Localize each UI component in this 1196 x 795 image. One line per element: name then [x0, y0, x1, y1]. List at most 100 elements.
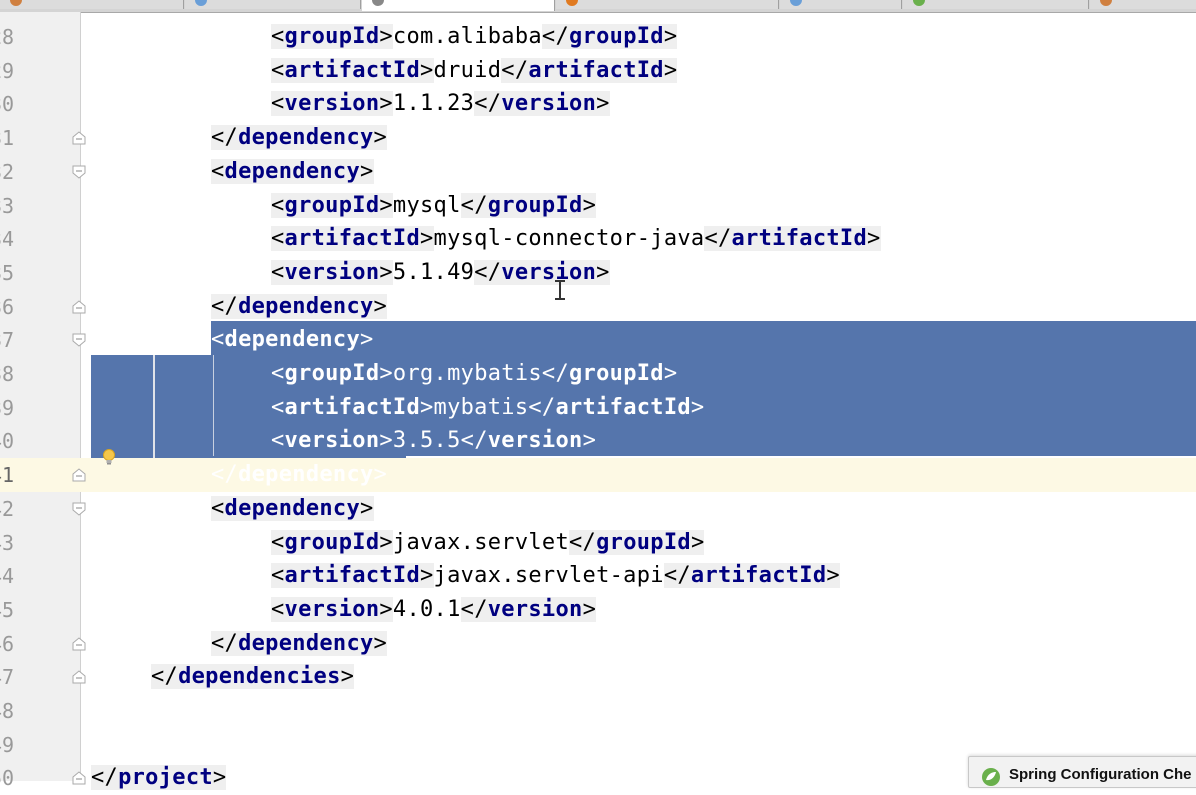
open-tag: <artifactId>: [271, 563, 434, 588]
code-line[interactable]: 48: [0, 694, 1196, 728]
code-content: <dependency>: [211, 155, 374, 189]
tag-name: version: [487, 428, 583, 453]
code-line[interactable]: 45<version>4.0.1</version>: [0, 593, 1196, 627]
file-icon: [195, 0, 207, 6]
bracket: >: [867, 226, 881, 251]
code-line[interactable]: 31 </dependency>: [0, 121, 1196, 155]
tag-name: dependency: [238, 631, 374, 656]
editor-tab[interactable]: [1090, 0, 1196, 9]
spring-icon: [566, 0, 578, 6]
code-line[interactable]: 39<artifactId>mybatis</artifactId>: [0, 391, 1196, 425]
tag-name: dependency: [238, 294, 374, 319]
line-number: 41: [0, 463, 15, 487]
close-tag: </project>: [91, 765, 227, 790]
code-line[interactable]: 37 <dependency>: [0, 323, 1196, 357]
file-icon: [790, 0, 802, 6]
line-number: 48: [0, 699, 15, 723]
code-line[interactable]: 40<version>3.5.5</version>: [0, 424, 1196, 458]
bracket: >: [379, 260, 393, 285]
fold-marker-icon[interactable]: [71, 299, 87, 315]
bracket: </: [211, 294, 239, 319]
code-line[interactable]: 43<groupId>javax.servlet</groupId>: [0, 526, 1196, 560]
code-content: <version>3.5.5</version>: [271, 424, 596, 458]
code-content: <groupId>javax.servlet</groupId>: [271, 526, 705, 560]
close-tag: </dependencies>: [151, 664, 355, 689]
bracket: <: [271, 395, 285, 420]
code-content: <groupId>org.mybatis</groupId>: [271, 357, 677, 391]
bracket: >: [373, 294, 388, 319]
tag-name: dependency: [238, 462, 374, 487]
line-number: 49: [0, 733, 15, 757]
tag-name: dependency: [224, 327, 360, 352]
code-content: <artifactId>javax.servlet-api</artifactI…: [271, 559, 840, 593]
code-line[interactable]: 47 </dependencies>: [0, 660, 1196, 694]
bracket: >: [690, 395, 705, 420]
tag-value: javax.servlet-api: [433, 563, 664, 588]
code-line[interactable]: 38 <groupId>org.mybatis</groupId>: [0, 357, 1196, 391]
fold-marker-icon[interactable]: [71, 770, 87, 786]
bracket: <: [211, 327, 225, 352]
code-content: <version>4.0.1</version>: [271, 593, 597, 627]
code-line[interactable]: 35<version>5.1.49</version>: [0, 256, 1196, 290]
code-line[interactable]: 41 </dependency>: [0, 458, 1196, 492]
editor-tab[interactable]: [556, 0, 779, 9]
bracket: >: [212, 765, 227, 790]
bracket: <: [271, 226, 285, 251]
code-line[interactable]: 29<artifactId>druid</artifactId>: [0, 54, 1196, 88]
code-line[interactable]: 34<artifactId>mysql-connector-java</arti…: [0, 222, 1196, 256]
code-line[interactable]: 44<artifactId>javax.servlet-api</artifac…: [0, 559, 1196, 593]
code-content: <groupId>com.alibaba</groupId>: [271, 20, 678, 54]
bracket: >: [379, 428, 393, 453]
editor-tab[interactable]: [0, 0, 184, 9]
line-number: 33: [0, 194, 15, 218]
bracket: >: [420, 395, 434, 420]
editor-tab[interactable]: [185, 0, 361, 9]
tag-name: groupId: [569, 24, 664, 49]
bracket: </: [541, 24, 570, 49]
code-line[interactable]: 36 </dependency>: [0, 290, 1196, 324]
tag-name: groupId: [487, 193, 583, 218]
file-icon: [1100, 0, 1112, 6]
editor-tab[interactable]: [780, 0, 902, 9]
fold-marker-icon[interactable]: [71, 501, 87, 517]
tag-name: artifactId: [284, 226, 420, 251]
code-line[interactable]: 30<version>1.1.23</version>: [0, 87, 1196, 121]
bracket: >: [826, 563, 840, 588]
code-content: </dependency>: [211, 290, 388, 324]
fold-marker-icon[interactable]: [71, 669, 87, 685]
fold-marker-icon[interactable]: [71, 636, 87, 652]
tag-name: version: [284, 597, 380, 622]
code-line[interactable]: 32 <dependency>: [0, 155, 1196, 189]
tag-value: 5.1.49: [392, 260, 475, 285]
code-line[interactable]: 46 </dependency>: [0, 627, 1196, 661]
code-line[interactable]: 42 <dependency>: [0, 492, 1196, 526]
bracket: >: [420, 58, 434, 83]
bracket: >: [663, 24, 678, 49]
open-tag: <dependency>: [211, 327, 374, 352]
tag-name: dependencies: [178, 664, 341, 689]
open-tag: <artifactId>: [271, 226, 434, 251]
code-line[interactable]: 28<groupId>com.alibaba</groupId>: [0, 20, 1196, 54]
bracket: >: [373, 462, 388, 487]
fold-marker-icon[interactable]: [71, 130, 87, 146]
tag-value: 4.0.1: [392, 597, 461, 622]
line-number: 37: [0, 328, 15, 352]
tag-name: groupId: [284, 361, 380, 386]
fold-marker-icon[interactable]: [71, 467, 87, 483]
xml-editor[interactable]: 28<groupId>com.alibaba</groupId>29<artif…: [0, 12, 1196, 790]
fold-marker-icon[interactable]: [71, 332, 87, 348]
bracket: <: [211, 496, 225, 521]
tag-name: dependency: [238, 125, 374, 150]
tag-name: groupId: [284, 193, 380, 218]
spring-configuration-notification[interactable]: Spring Configuration Che: [968, 756, 1196, 788]
bracket: >: [373, 125, 388, 150]
bracket: <: [271, 361, 285, 386]
bracket: </: [569, 530, 597, 555]
code-line[interactable]: 33<groupId>mysql</groupId>: [0, 189, 1196, 223]
editor-tab[interactable]: [362, 0, 555, 11]
tag-name: artifactId: [284, 58, 420, 83]
lightbulb-icon[interactable]: [101, 448, 117, 468]
fold-marker-icon[interactable]: [71, 164, 87, 180]
editor-tab[interactable]: [903, 0, 1089, 9]
line-number: 38: [0, 362, 15, 386]
